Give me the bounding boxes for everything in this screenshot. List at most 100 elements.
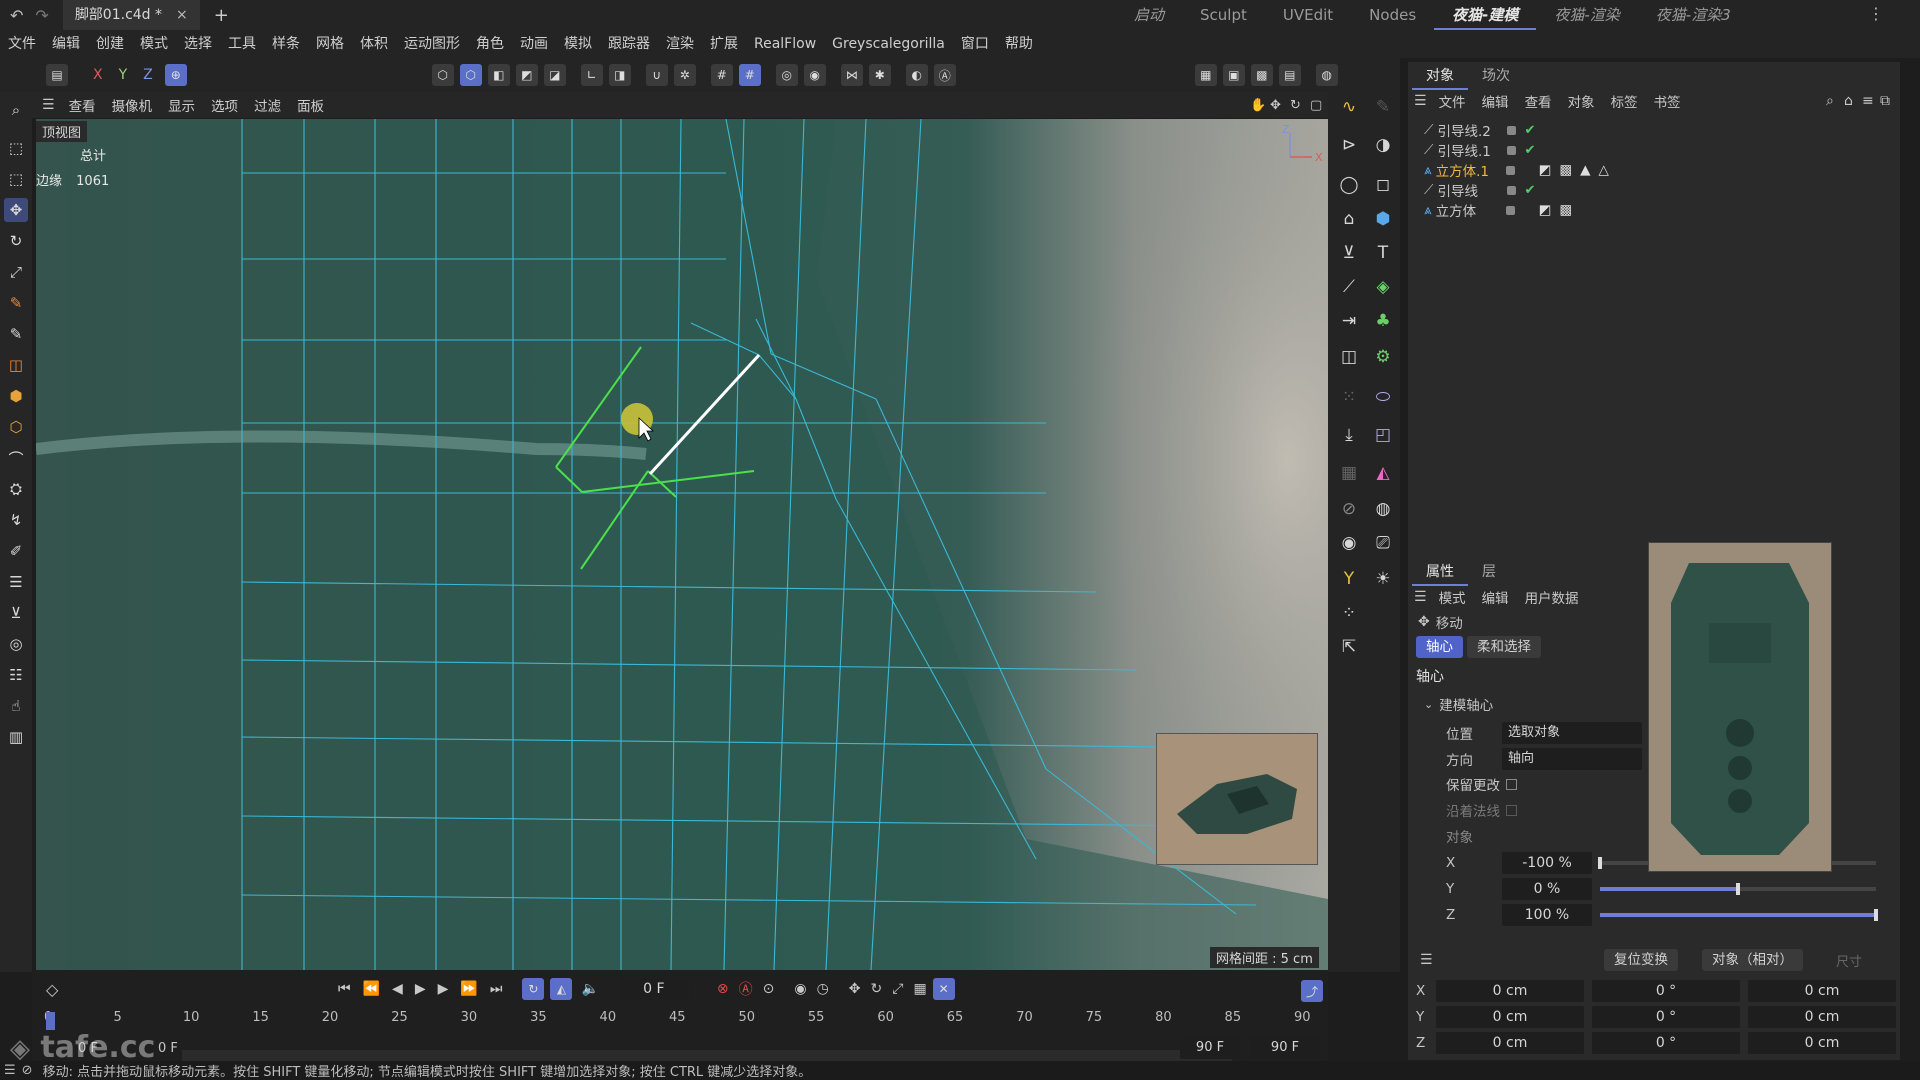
visibility-dot[interactable]: [1505, 165, 1515, 175]
brush-icon[interactable]: ✎: [4, 291, 28, 315]
next-key-icon[interactable]: ⏩: [460, 981, 477, 997]
joint-icon[interactable]: Y: [1336, 566, 1362, 592]
tweak-icon[interactable]: ✲: [673, 64, 696, 86]
coord-y-rotation[interactable]: 0 °: [1592, 1006, 1740, 1028]
tab-objects[interactable]: 对象: [1412, 62, 1468, 90]
autokey-icon[interactable]: Ⓐ: [739, 979, 753, 999]
keyframe-settings-icon[interactable]: ⊙: [763, 981, 775, 997]
axis-y-slider[interactable]: [1600, 883, 1876, 895]
tab-layers[interactable]: 层: [1468, 558, 1510, 586]
menu-tools[interactable]: 工具: [220, 30, 264, 58]
hand-icon[interactable]: ☝: [4, 694, 28, 718]
pos-key-icon[interactable]: ✥: [849, 981, 861, 997]
text-icon[interactable]: T: [1370, 240, 1396, 266]
obj-newwindow-icon[interactable]: ⧉: [1880, 93, 1890, 109]
range-preview-end-field[interactable]: 90 F: [1250, 1037, 1320, 1059]
attr-menu-mode[interactable]: 模式: [1431, 587, 1474, 607]
position-select[interactable]: 选取对象: [1502, 722, 1642, 744]
next-frame-icon[interactable]: ▶: [438, 981, 449, 997]
render-to-pv-icon[interactable]: ▩: [1250, 64, 1273, 86]
points-icon[interactable]: ⁘: [1336, 600, 1362, 626]
frame-ruler[interactable]: 051015202530354045505560657075808590: [44, 1010, 1314, 1030]
menu-edit[interactable]: 编辑: [44, 30, 88, 58]
workplane-icon[interactable]: ◉: [803, 64, 826, 86]
render-active-icon[interactable]: ▣: [1222, 64, 1245, 86]
attr-menu-edit[interactable]: 编辑: [1474, 587, 1517, 607]
search-icon[interactable]: ⌕: [4, 98, 28, 122]
play-icon[interactable]: ▶: [415, 981, 426, 997]
spline-pen-icon[interactable]: ↯: [4, 508, 28, 532]
cube-primitive-icon[interactable]: ⬢: [4, 384, 28, 408]
knife-icon[interactable]: ✎: [4, 322, 28, 346]
rotate-tool-icon[interactable]: ↻: [4, 229, 28, 253]
axis-x-value[interactable]: -100 %: [1502, 852, 1592, 874]
coord-x-size[interactable]: 0 cm: [1748, 980, 1896, 1002]
render-view-icon[interactable]: ◐: [905, 64, 928, 86]
object-menu-icon[interactable]: ☰: [1414, 93, 1427, 109]
menu-animate[interactable]: 动画: [512, 30, 556, 58]
menu-character[interactable]: 角色: [468, 30, 512, 58]
sound-icon[interactable]: 🔈: [581, 981, 598, 997]
undo-icon[interactable]: ↶: [10, 6, 23, 25]
grid-small-icon[interactable]: ▦: [1336, 460, 1362, 486]
keep-changes-checkbox[interactable]: [1506, 778, 1517, 790]
pan-icon[interactable]: ✋: [1250, 98, 1266, 113]
enabled-check-icon[interactable]: ✔: [1524, 183, 1535, 198]
bend-icon[interactable]: ◰: [1370, 422, 1396, 448]
drop-icon[interactable]: ⤓: [1336, 422, 1362, 448]
subtab-soft-selection[interactable]: 柔和选择: [1467, 636, 1541, 658]
slider-knob[interactable]: [1874, 909, 1878, 921]
current-frame-field[interactable]: 0 F: [618, 978, 689, 1000]
fcurve-icon[interactable]: ⤴: [1301, 980, 1323, 1002]
coord-size-label[interactable]: 尺寸: [1836, 951, 1862, 970]
menu-mograph[interactable]: 运动图形: [396, 30, 468, 58]
vp-menu-view[interactable]: 查看: [61, 95, 104, 115]
phong-tag-icon[interactable]: ◩: [1539, 162, 1552, 178]
loop-icon[interactable]: ↻: [522, 978, 545, 1000]
spline-pen-tool-icon[interactable]: ∿: [1336, 94, 1362, 120]
menu-window[interactable]: 窗口: [953, 30, 997, 58]
coord-y-position[interactable]: 0 cm: [1436, 1006, 1584, 1028]
layout-tab-render[interactable]: 夜猫-渲染: [1536, 0, 1637, 30]
status-menu-icon[interactable]: ☰: [4, 1063, 16, 1078]
model-mode-icon[interactable]: ◪: [543, 64, 566, 86]
point-level-icon[interactable]: ✕: [932, 978, 955, 1000]
obj-menu-edit[interactable]: 编辑: [1474, 91, 1517, 111]
obj-search-icon[interactable]: ⌕: [1826, 93, 1834, 109]
slide-icon[interactable]: ⇥: [1336, 308, 1362, 334]
cube-icon[interactable]: ⬢: [1370, 206, 1396, 232]
layout-tab-modeling[interactable]: 夜猫-建模: [1434, 0, 1537, 30]
visibility-dot[interactable]: [1507, 125, 1517, 135]
move-tool-icon[interactable]: ✥: [4, 198, 28, 222]
close-tab-icon[interactable]: ×: [176, 7, 188, 23]
plane-icon[interactable]: ◻: [1370, 172, 1396, 198]
hamburger-icon[interactable]: ☰: [42, 97, 55, 113]
layout-tab-start[interactable]: 启动: [1116, 0, 1182, 30]
menu-mode[interactable]: 模式: [132, 30, 176, 58]
layers-icon[interactable]: ☰: [4, 570, 28, 594]
triangle-tag-icon[interactable]: ▲: [1580, 162, 1590, 178]
floor-icon[interactable]: ⊻: [4, 601, 28, 625]
maximize-view-icon[interactable]: ▢: [1310, 98, 1322, 113]
coord-x-rotation[interactable]: 0 °: [1592, 980, 1740, 1002]
pen-disabled-icon[interactable]: ✎: [1370, 94, 1396, 120]
mode-toggle-icon[interactable]: ▤: [46, 64, 68, 86]
menu-extensions[interactable]: 扩展: [702, 30, 746, 58]
vp-menu-panel[interactable]: 面板: [289, 95, 332, 115]
menu-spline[interactable]: 样条: [264, 30, 308, 58]
select-rect-icon[interactable]: ⬚: [4, 136, 28, 160]
loop-cut-icon[interactable]: ⌂: [1336, 206, 1362, 232]
orientation-select[interactable]: 轴向: [1502, 748, 1642, 770]
symmetry-icon[interactable]: ⋈: [840, 64, 863, 86]
render-region-icon[interactable]: ▦: [1194, 64, 1217, 86]
menu-greyscalegorilla[interactable]: Greyscalegorilla: [824, 30, 953, 58]
snap-icon[interactable]: #: [738, 64, 761, 86]
record-icon[interactable]: ⊗: [717, 981, 729, 997]
uv-mode-icon[interactable]: ◩: [515, 64, 538, 86]
coord-z-position[interactable]: 0 cm: [1436, 1032, 1584, 1054]
deformer-icon[interactable]: ⬭: [1370, 384, 1396, 410]
axis-z-toggle[interactable]: Z: [143, 67, 153, 83]
object-row-cube[interactable]: ⩓ 立方体 ◩ ▩: [1424, 200, 1572, 220]
keyframe-diamond-icon[interactable]: ◇: [46, 980, 58, 999]
soft-select-icon[interactable]: ◎: [775, 64, 798, 86]
